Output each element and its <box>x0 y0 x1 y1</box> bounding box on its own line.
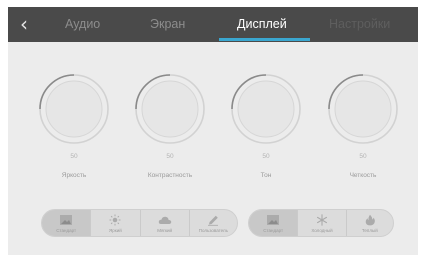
tone-dial[interactable]: 50 Тон <box>221 69 311 189</box>
tab-audio[interactable]: Аудио <box>65 17 100 31</box>
cloud-icon <box>158 216 171 224</box>
picture-mode-vivid-label: Яркий <box>109 227 122 233</box>
picture-mode-selector: Стандарт Яркий Мягкий Пользователь <box>41 209 238 237</box>
tone-label: Тон <box>260 172 272 179</box>
picture-mode-user-label: Пользователь <box>198 227 228 233</box>
contrast-label: Контрастность <box>147 172 193 179</box>
color-temp-warm-label: Теплый <box>361 227 378 233</box>
flame-icon <box>365 214 375 225</box>
tab-display[interactable]: Дисплей <box>237 17 287 31</box>
dial-knob-icon[interactable] <box>125 69 215 149</box>
display-settings-panel: ‹ Аудио Экран Дисплей Настройки 50 Яркос… <box>8 7 418 255</box>
picture-mode-vivid[interactable]: Яркий <box>91 210 141 236</box>
contrast-value: 50 <box>166 153 174 160</box>
dial-knob-icon[interactable] <box>318 69 408 149</box>
brightness-value: 50 <box>70 153 78 160</box>
picture-icon <box>60 214 73 225</box>
picture-mode-soft[interactable]: Мягкий <box>141 210 190 236</box>
snowflake-icon <box>316 213 328 226</box>
brightness-dial[interactable]: 50 Яркость <box>29 69 119 189</box>
dial-knob-icon[interactable] <box>221 69 311 149</box>
top-tab-bar: ‹ Аудио Экран Дисплей Настройки <box>8 7 418 42</box>
picture-icon <box>267 214 280 225</box>
color-temp-standard[interactable]: Стандарт <box>249 210 299 236</box>
sharpness-value: 50 <box>359 153 367 160</box>
sun-icon <box>109 214 121 225</box>
tone-value: 50 <box>262 153 270 160</box>
color-temperature-selector: Стандарт Холодный Теплый <box>248 209 394 237</box>
brightness-label: Яркость <box>61 172 87 179</box>
back-chevron-icon[interactable]: ‹ <box>16 14 32 34</box>
picture-mode-standard[interactable]: Стандарт <box>42 210 92 236</box>
pencil-icon <box>208 215 219 226</box>
sharpness-label: Четкость <box>349 172 377 179</box>
color-temp-cool-label: Холодный <box>311 227 333 233</box>
sharpness-dial[interactable]: 50 Четкость <box>318 69 408 189</box>
color-temp-standard-label: Стандарт <box>263 227 284 233</box>
picture-mode-soft-label: Мягкий <box>157 227 173 233</box>
dial-knob-icon[interactable] <box>29 69 119 149</box>
active-tab-indicator <box>219 38 310 41</box>
color-temp-warm[interactable]: Теплый <box>347 210 393 236</box>
picture-mode-standard-label: Стандарт <box>56 227 77 233</box>
color-temp-cool[interactable]: Холодный <box>298 210 347 236</box>
tab-screen[interactable]: Экран <box>150 17 185 31</box>
tab-settings[interactable]: Настройки <box>329 17 390 31</box>
contrast-dial[interactable]: 50 Контрастность <box>125 69 215 189</box>
picture-mode-user[interactable]: Пользователь <box>190 210 237 236</box>
